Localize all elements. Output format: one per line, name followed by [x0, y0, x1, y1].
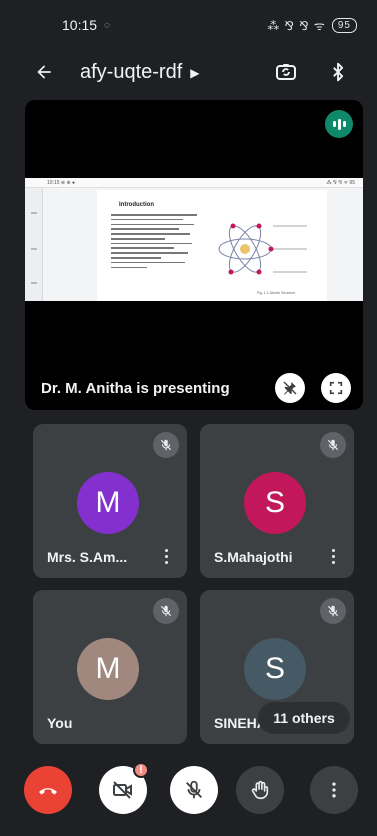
- shared-sidebar: [25, 188, 43, 301]
- raise-hand-button[interactable]: [236, 766, 284, 814]
- shared-status-left: 10:15 ⊕ ⊕ ●: [47, 180, 76, 186]
- mic-toggle-button[interactable]: [170, 766, 218, 814]
- notification-icon: ◌: [104, 20, 110, 31]
- camera-off-icon: [113, 781, 132, 799]
- participant-menu-button[interactable]: [157, 545, 175, 567]
- meeting-code: afy-uqte-rdf: [80, 61, 183, 83]
- more-vert-icon: [332, 782, 336, 798]
- mic-off-icon: [186, 780, 202, 799]
- slide-text-lines: [111, 214, 201, 271]
- participant-name: S.Mahajothi: [214, 549, 293, 565]
- end-call-button[interactable]: [24, 766, 72, 814]
- avatar: M: [77, 638, 139, 700]
- participant-tile[interactable]: S S.Mahajothi: [200, 424, 354, 578]
- others-count-pill[interactable]: 11 others: [258, 702, 350, 734]
- camera-toggle-button[interactable]: !: [99, 762, 149, 814]
- shared-status-bar: 10:15 ⊕ ⊕ ● ⁂ ⅋ ⅋ ᯤ 95: [25, 178, 363, 188]
- back-button[interactable]: [28, 56, 60, 88]
- status-icons: ⁂ ⅋ ⅋ ᯤ 95: [267, 17, 357, 34]
- mic-off-icon: [320, 432, 346, 458]
- fullscreen-button[interactable]: [321, 373, 351, 403]
- avatar: S: [244, 638, 306, 700]
- meeting-code-button[interactable]: afy-uqte-rdf ▶: [80, 61, 200, 84]
- mic-off-icon: [153, 432, 179, 458]
- hand-icon: [251, 780, 269, 800]
- switch-camera-button[interactable]: [270, 56, 302, 88]
- participant-tile-self[interactable]: M You: [33, 590, 187, 744]
- bluetooth-icon: [333, 62, 344, 82]
- more-options-button[interactable]: [310, 766, 358, 814]
- hang-up-icon: [39, 788, 57, 795]
- slide-title: Introduction: [119, 202, 154, 208]
- unpin-button[interactable]: [275, 373, 305, 403]
- participant-tile[interactable]: M Mrs. S.Am...: [33, 424, 187, 578]
- participant-menu-button[interactable]: [324, 545, 342, 567]
- status-bar: 10:15 ◌ ⁂ ⅋ ⅋ ᯤ 95: [0, 0, 377, 44]
- shared-screen: 10:15 ⊕ ⊕ ● ⁂ ⅋ ⅋ ᯤ 95 Introduction Fig.…: [25, 178, 363, 301]
- speaking-indicator-icon: [325, 110, 353, 138]
- slide-page: Introduction Fig. 1.1 Atomic Structure: [97, 190, 327, 301]
- avatar: M: [77, 472, 139, 534]
- avatar: S: [244, 472, 306, 534]
- presenter-label: Dr. M. Anitha is presenting: [41, 380, 230, 397]
- mic-off-icon: [153, 598, 179, 624]
- participant-name: Mrs. S.Am...: [47, 549, 128, 565]
- atom-diagram: [218, 223, 307, 275]
- camera-warning-badge: !: [133, 762, 149, 778]
- switch-camera-icon: [276, 64, 296, 80]
- participant-tile[interactable]: S SINEHA 11 others: [200, 590, 354, 744]
- signal-icons: ⁂ ⅋ ⅋ ᯤ: [267, 19, 326, 33]
- participant-name: You: [47, 715, 73, 731]
- meeting-top-bar: afy-uqte-rdf ▶: [0, 48, 377, 96]
- shared-status-right: ⁂ ⅋ ⅋ ᯤ 95: [326, 180, 355, 186]
- arrow-left-icon: [37, 65, 51, 79]
- bluetooth-audio-button[interactable]: [322, 56, 354, 88]
- fullscreen-icon: [329, 381, 343, 395]
- caret-right-icon: ▶: [190, 65, 200, 80]
- battery-icon: 95: [331, 18, 357, 33]
- mic-off-icon: [320, 598, 346, 624]
- presentation-view[interactable]: 10:15 ⊕ ⊕ ● ⁂ ⅋ ⅋ ᯤ 95 Introduction Fig.…: [25, 100, 363, 410]
- pin-off-icon: [283, 381, 297, 395]
- slide-caption: Fig. 1.1 Atomic Structure: [257, 291, 296, 295]
- call-controls: !: [0, 762, 377, 832]
- status-time: 10:15: [62, 17, 98, 33]
